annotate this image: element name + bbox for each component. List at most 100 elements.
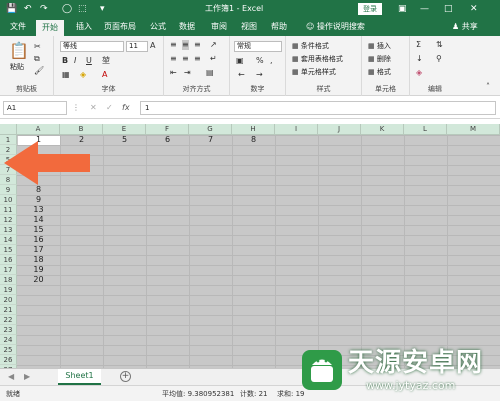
row-header[interactable]: 25 xyxy=(0,345,17,355)
cell-value[interactable]: 6 xyxy=(146,135,189,145)
tab-formulas[interactable]: 公式 xyxy=(150,21,166,33)
decrease-indent-icon[interactable]: ⇤ xyxy=(170,68,177,78)
login-button[interactable]: 登录 xyxy=(358,3,382,15)
font-name-select[interactable]: 等线 xyxy=(60,41,124,52)
row-header[interactable]: 20 xyxy=(0,295,17,305)
cell-value[interactable]: 9 xyxy=(17,195,60,205)
italic-icon[interactable]: I xyxy=(74,56,76,66)
merge-center-icon[interactable]: ▤ xyxy=(206,68,214,78)
orientation-icon[interactable]: ↗ xyxy=(210,40,217,50)
maximize-button[interactable]: □ xyxy=(444,2,453,16)
redo-icon[interactable]: ↷ xyxy=(40,3,48,15)
tab-data[interactable]: 数据 xyxy=(179,21,195,33)
number-format-select[interactable]: 常规 xyxy=(234,41,282,52)
column-header-l[interactable]: L xyxy=(404,124,447,135)
phonetic-icon[interactable]: 堃 xyxy=(102,56,110,66)
column-header-h[interactable]: H xyxy=(232,124,275,135)
tab-file[interactable]: 文件 xyxy=(10,21,26,33)
column-header-a[interactable]: A xyxy=(17,124,60,135)
cell-value[interactable]: 16 xyxy=(17,235,60,245)
paste-label[interactable]: 粘贴 xyxy=(10,62,24,72)
column-header-k[interactable]: K xyxy=(361,124,404,135)
prev-sheet-icon[interactable]: ◀ xyxy=(8,372,14,382)
row-header[interactable]: 19 xyxy=(0,285,17,295)
close-button[interactable]: ✕ xyxy=(470,2,478,16)
next-sheet-icon[interactable]: ▶ xyxy=(24,372,30,382)
row-header[interactable]: 16 xyxy=(0,255,17,265)
column-header-f[interactable]: F xyxy=(146,124,189,135)
autosum-icon[interactable]: Σ xyxy=(416,40,421,50)
delete-cells-button[interactable]: ▦ 删除 xyxy=(368,54,391,64)
undo-icon[interactable]: ↶ xyxy=(24,3,32,15)
conditional-formatting-button[interactable]: ▦ 条件格式 xyxy=(292,41,329,51)
cell-value[interactable]: 20 xyxy=(17,275,60,285)
tab-page-layout[interactable]: 页面布局 xyxy=(104,21,136,33)
share-button[interactable]: ♟ 共享 xyxy=(452,21,478,33)
name-box[interactable]: A1 xyxy=(3,101,67,115)
row-header[interactable]: 24 xyxy=(0,335,17,345)
select-all-corner[interactable] xyxy=(0,124,17,135)
shape-icon[interactable]: ◯ xyxy=(62,3,72,15)
percent-icon[interactable]: % xyxy=(256,56,264,66)
top-align-icon[interactable]: ≡ xyxy=(170,40,177,50)
row-header[interactable]: 22 xyxy=(0,315,17,325)
tab-review[interactable]: 审阅 xyxy=(211,21,227,33)
cell-value[interactable]: 18 xyxy=(17,255,60,265)
cut-icon[interactable]: ✂ xyxy=(34,42,41,52)
formula-input[interactable]: 1 xyxy=(140,101,496,115)
borders-icon[interactable]: ▦ xyxy=(62,70,70,80)
insert-function-icon[interactable]: fx xyxy=(122,103,130,113)
column-header-e[interactable]: E xyxy=(103,124,146,135)
column-header-g[interactable]: G xyxy=(189,124,232,135)
decrease-decimal-icon[interactable]: → xyxy=(256,70,263,80)
tab-help[interactable]: 帮助 xyxy=(271,21,287,33)
align-center-icon[interactable]: ≡ xyxy=(182,54,189,64)
cell-value[interactable]: 19 xyxy=(17,265,60,275)
row-header[interactable]: 13 xyxy=(0,225,17,235)
cell-value[interactable]: 13 xyxy=(17,205,60,215)
row-header[interactable]: 26 xyxy=(0,355,17,365)
row-header[interactable]: 14 xyxy=(0,235,17,245)
cancel-icon[interactable]: ✕ xyxy=(90,103,97,113)
tell-me-search[interactable]: ☺ 操作说明搜索 xyxy=(306,21,365,33)
row-header[interactable]: 18 xyxy=(0,275,17,285)
bottom-align-icon[interactable]: ≡ xyxy=(194,40,201,50)
bold-icon[interactable]: B xyxy=(62,56,68,66)
tab-view[interactable]: 视图 xyxy=(241,21,257,33)
name-box-dropdown-icon[interactable]: ⋮ xyxy=(72,103,80,113)
cell-value[interactable]: 5 xyxy=(103,135,146,145)
middle-align-icon[interactable]: ≡ xyxy=(182,40,189,50)
align-left-icon[interactable]: ≡ xyxy=(170,54,177,64)
column-header-j[interactable]: J xyxy=(318,124,361,135)
fill-color-icon[interactable]: ◈ xyxy=(80,70,86,80)
minimize-button[interactable]: — xyxy=(420,2,429,16)
row-header[interactable]: 17 xyxy=(0,265,17,275)
increase-indent-icon[interactable]: ⇥ xyxy=(184,68,191,78)
column-header-m[interactable]: M xyxy=(447,124,500,135)
fill-icon[interactable]: ↓ xyxy=(416,54,423,64)
cell-value[interactable]: 7 xyxy=(189,135,232,145)
grow-font-icon[interactable]: A xyxy=(150,41,155,51)
cell-styles-button[interactable]: ▦ 单元格样式 xyxy=(292,67,336,77)
clear-icon[interactable]: ◈ xyxy=(416,68,422,78)
increase-decimal-icon[interactable]: ← xyxy=(238,70,245,80)
collapse-ribbon-icon[interactable]: ˄ xyxy=(486,82,490,92)
cell-value[interactable]: 17 xyxy=(17,245,60,255)
wrap-text-icon[interactable]: ↵ xyxy=(210,54,217,64)
row-header[interactable]: 15 xyxy=(0,245,17,255)
cell-value[interactable]: 14 xyxy=(17,215,60,225)
comma-style-icon[interactable]: , xyxy=(270,56,273,66)
paste-icon[interactable]: 📋 xyxy=(9,42,29,60)
enter-icon[interactable]: ✓ xyxy=(106,103,113,113)
row-header[interactable]: 9 xyxy=(0,185,17,195)
ribbon-display-icon[interactable]: ▣ xyxy=(398,2,407,16)
save-icon[interactable]: 💾 xyxy=(6,3,17,15)
sheet-tab-sheet1[interactable]: Sheet1 xyxy=(58,369,101,385)
align-right-icon[interactable]: ≡ xyxy=(194,54,201,64)
row-header[interactable]: 12 xyxy=(0,215,17,225)
underline-icon[interactable]: U xyxy=(86,56,92,66)
row-header[interactable]: 10 xyxy=(0,195,17,205)
add-sheet-icon[interactable]: + xyxy=(120,371,131,382)
cell-value[interactable]: 8 xyxy=(232,135,275,145)
row-header[interactable]: 23 xyxy=(0,325,17,335)
